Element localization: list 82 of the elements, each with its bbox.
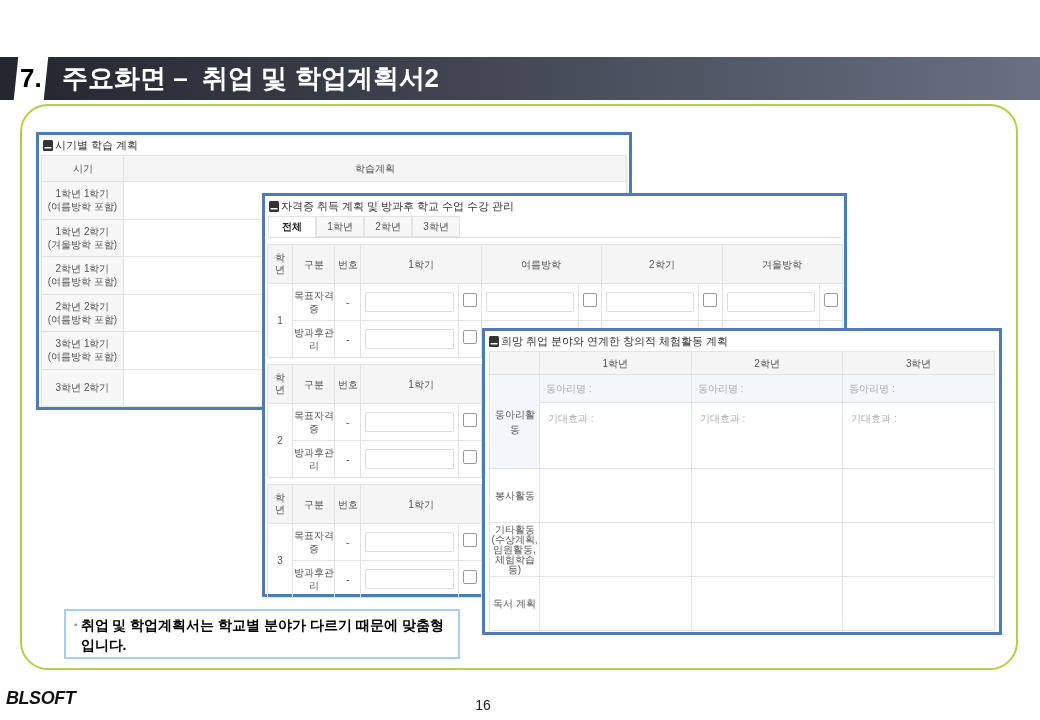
input-field[interactable]	[365, 292, 454, 312]
number-cell: -	[334, 320, 361, 358]
column-header: 구분	[303, 257, 324, 272]
tab[interactable]: 1학년	[316, 216, 364, 237]
input-field[interactable]	[365, 569, 454, 589]
column-header: 번호	[337, 257, 358, 272]
checkbox[interactable]	[462, 293, 477, 307]
column-header: 겨울방학	[762, 258, 803, 270]
category-label: 방과후관리	[293, 326, 334, 352]
input-field[interactable]	[365, 532, 454, 552]
column-header: 2학년	[691, 351, 843, 375]
column-header: 구분	[303, 497, 324, 512]
column-header: 2학기	[649, 258, 675, 270]
checkbox[interactable]	[462, 570, 477, 584]
column-header: 학년	[275, 251, 286, 276]
number-cell: -	[334, 403, 361, 441]
grade-cell: 1	[267, 283, 293, 358]
checkbox[interactable]	[583, 293, 598, 307]
category-label: 목표자격증	[293, 289, 334, 315]
tab[interactable]: 3학년	[412, 216, 460, 237]
row-header: 봉사활동	[494, 490, 535, 501]
category-label: 방과후관리	[293, 566, 334, 592]
club-name-input[interactable]: 동아리명 :	[540, 375, 691, 402]
checkbox[interactable]	[823, 293, 838, 307]
page-number: 16	[475, 696, 491, 715]
period-cell: 3학년 2학기	[41, 369, 124, 407]
category-label: 방과후관리	[293, 446, 334, 472]
column-header: 구분	[303, 377, 324, 392]
note-text: 취업 및 학업계획서는 학교별 분야가 다르기 때문에 맞춤형입니다.	[80, 616, 445, 655]
column-header: 학년	[275, 371, 286, 396]
category-label: 목표자격증	[293, 529, 334, 555]
grade-cell: 3	[267, 523, 293, 598]
column-header: 1학기	[408, 258, 434, 270]
input-field[interactable]	[606, 292, 695, 312]
tab[interactable]: 2학년	[364, 216, 412, 237]
club-name-input[interactable]: 동아리명 :	[843, 375, 994, 402]
number-cell: -	[334, 283, 361, 321]
row-header: 독서 계획	[493, 598, 536, 609]
column-header: 번호	[337, 497, 358, 512]
panel-title: 희망 취업 분야와 연계한 창의적 체험활동 계획	[501, 333, 729, 349]
input-field[interactable]	[365, 329, 454, 349]
input-field[interactable]	[726, 292, 815, 312]
number-cell: -	[334, 560, 361, 598]
input-field[interactable]	[365, 449, 454, 469]
number-cell: -	[334, 440, 361, 478]
checkbox[interactable]	[703, 293, 718, 307]
category-label: 목표자격증	[293, 409, 334, 435]
column-header: 3학년	[842, 351, 995, 375]
period-cell: 2학년 2학기 (여름방학 포함)	[41, 294, 124, 332]
period-cell: 3학년 1학기 (여름방학 포함)	[41, 331, 124, 369]
column-header: 1학기	[408, 378, 434, 390]
column-header: 여름방학	[521, 258, 562, 270]
column-header: 1학년	[539, 351, 692, 375]
tab[interactable]: 전체	[268, 216, 316, 237]
column-header: 1학기	[408, 498, 434, 510]
book-icon	[489, 335, 499, 347]
checkbox[interactable]	[462, 450, 477, 464]
column-header: 학년	[275, 491, 286, 516]
checkbox[interactable]	[462, 330, 477, 344]
panel-title: 자격증 취득 계획 및 방과후 학교 수업 수강 관리	[281, 198, 515, 214]
period-cell: 1학년 2학기 (겨울방학 포함)	[41, 219, 124, 257]
input-field[interactable]	[485, 292, 575, 312]
period-cell: 1학년 1학기 (여름방학 포함)	[41, 181, 124, 219]
club-name-input[interactable]: 동아리명 :	[691, 375, 843, 402]
panel-title: 시기별 학습 계획	[55, 137, 139, 153]
period-cell: 2학년 1학기 (여름방학 포함)	[41, 256, 124, 294]
bullet-icon: ▪	[74, 615, 78, 635]
input-field[interactable]	[365, 412, 454, 432]
row-header: 동아리활동	[489, 374, 540, 469]
number-cell: -	[334, 523, 361, 561]
row-header: 기타활동 (수상계획,임원활동, 체험학습 등)	[491, 524, 538, 575]
checkbox[interactable]	[462, 413, 477, 427]
company-logo: BLSOFT	[6, 687, 76, 710]
grade-cell: 2	[267, 403, 293, 478]
column-header: 학습계획	[123, 155, 627, 182]
book-icon	[43, 139, 53, 151]
book-icon	[269, 200, 279, 212]
slide-title: 주요화면 – 취업 및 학업계획서2	[62, 62, 440, 95]
section-number: 7.	[20, 62, 42, 95]
column-header: 번호	[337, 377, 358, 392]
column-header: 시기	[41, 155, 124, 182]
checkbox[interactable]	[462, 533, 477, 547]
